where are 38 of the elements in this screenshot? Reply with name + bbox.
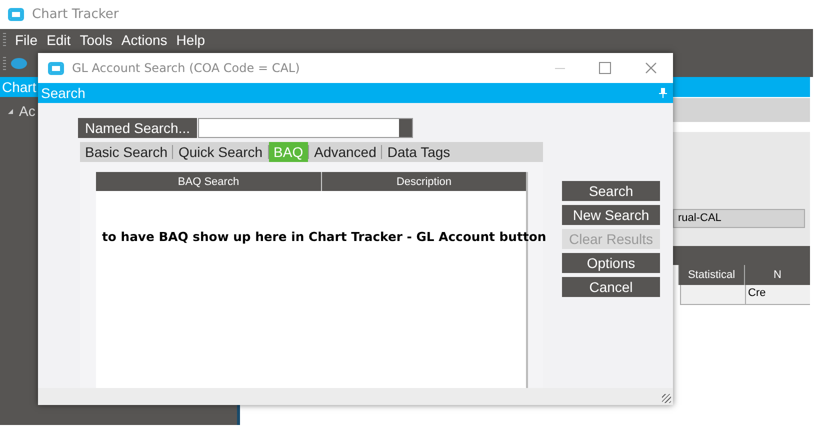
- note-text: to have BAQ show up here in Chart Tracker - GL Account button: [102, 229, 546, 244]
- tree-item[interactable]: Ac: [19, 103, 36, 119]
- column-header[interactable]: BAQ Search: [96, 172, 322, 191]
- dialog-title: GL Account Search (COA Code = CAL): [72, 61, 300, 75]
- grip-icon: [3, 32, 6, 46]
- window-title: Chart Tracker: [32, 7, 119, 22]
- action-button[interactable]: Options: [562, 253, 660, 273]
- grip-icon: [3, 56, 6, 70]
- app-icon: [48, 62, 64, 74]
- action-button[interactable]: New Search: [562, 205, 660, 225]
- text-field[interactable]: rual-CAL: [673, 209, 805, 228]
- tab[interactable]: Quick Search: [173, 142, 268, 162]
- named-search-dropdown[interactable]: [198, 118, 413, 138]
- menu-item[interactable]: Tools: [80, 32, 112, 48]
- resize-grip-icon[interactable]: [662, 394, 671, 403]
- maximize-icon[interactable]: [599, 62, 611, 74]
- menu-item[interactable]: Actions: [121, 32, 168, 48]
- column-header[interactable]: N: [744, 265, 810, 285]
- column-header[interactable]: Description: [322, 172, 526, 191]
- menu-item[interactable]: Help: [176, 32, 206, 48]
- menu-item[interactable]: Edit: [46, 32, 71, 48]
- named-search-button[interactable]: Named Search...: [78, 118, 197, 138]
- tab[interactable]: Basic Search: [80, 142, 172, 162]
- table-cell: [680, 285, 745, 305]
- chat-bubble-icon[interactable]: [11, 58, 27, 69]
- close-icon[interactable]: [645, 62, 657, 74]
- pin-icon[interactable]: [659, 88, 667, 98]
- tab[interactable]: Data Tags: [382, 142, 456, 162]
- column-header[interactable]: Statistical: [678, 265, 744, 285]
- expand-icon[interactable]: [8, 108, 13, 114]
- table-cell: Cre: [745, 285, 810, 305]
- app-icon: [8, 8, 24, 21]
- action-button[interactable]: Cancel: [562, 277, 660, 297]
- panel-title: Chart: [1, 79, 36, 95]
- action-button[interactable]: Search: [562, 181, 660, 201]
- menu-item[interactable]: File: [15, 32, 38, 48]
- panel-title: Search: [41, 85, 86, 101]
- tab[interactable]: Advanced: [309, 142, 382, 162]
